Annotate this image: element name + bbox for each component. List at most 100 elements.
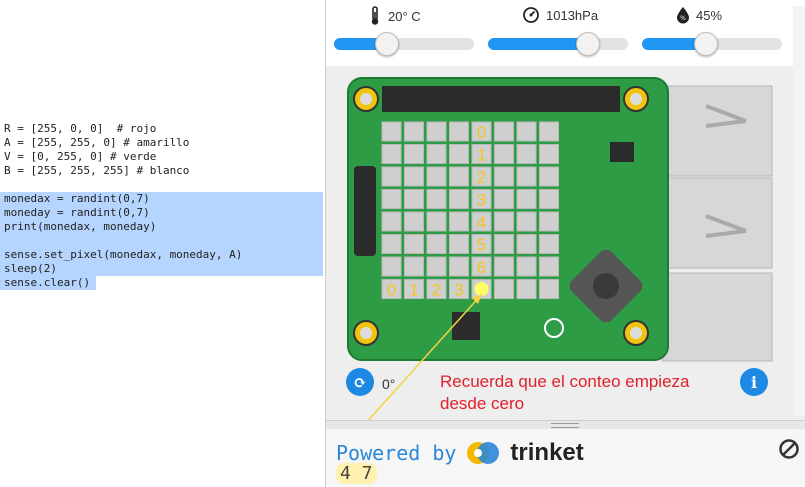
chip [610,142,634,162]
console-output-text: 4 7 [336,463,377,484]
led-pixel [404,256,424,277]
led-pixel [381,189,402,209]
column-index-label: 3 [454,281,463,300]
trinket-logo-icon [467,442,500,464]
humidity-slider[interactable] [642,32,782,56]
led-pixel [539,189,559,209]
led-pixel [539,121,559,142]
sensor-bar: 20° C 1013hPa % 45% [326,0,805,66]
chip [452,312,480,340]
led-pixel [494,121,514,142]
joystick-knob[interactable] [593,273,619,299]
led-pixel [404,121,424,142]
led-pixel [494,279,514,299]
row-index-label: 0 [477,123,486,142]
led-pixel [426,256,447,277]
code-line[interactable]: moneday = randint(0,7) [4,206,242,220]
led-pixel [539,279,559,299]
rotation-label: 0° [382,376,396,392]
row-index-label: 3 [477,191,486,210]
code-line[interactable]: sleep(2) [4,262,242,276]
scrollbar[interactable] [793,6,805,416]
code-line[interactable]: print(monedax, moneday) [4,220,242,234]
humidity-label: 45% [696,7,723,23]
column-index-label: 2 [432,281,441,300]
led-pixel [426,144,447,164]
led-pixel [516,144,537,164]
column-index-label: 1 [409,281,418,300]
led-pixel [426,234,447,254]
led-pixel [381,144,402,164]
led-pixel [404,144,424,164]
led-pixel [539,166,559,187]
led-pixel [449,189,469,209]
led-pixel [516,279,537,299]
led-pixel [516,256,537,277]
code-line[interactable]: R = [255, 0, 0] # rojo [4,122,189,136]
row-index-label: 6 [477,258,486,277]
pressure-readout: 1013hPa [522,6,598,24]
led-pixel [404,166,424,187]
sense-hat-board: 01234560 1 2 3 [347,77,773,420]
led-pixel [449,211,469,232]
led-pixel [539,256,559,277]
led-pixel [449,234,469,254]
led-pixel [381,234,402,254]
code-line[interactable]: monedax = randint(0,7) [4,192,242,206]
led-pixel [426,121,447,142]
gpio-header [382,86,620,112]
slider-thumb[interactable] [576,32,601,56]
annotation-note: Recuerda que el conteo empieza desde cer… [440,371,770,415]
output-console: Powered by trinket 4 7 [326,429,805,487]
trinket-brand: trinket [510,439,584,466]
led-pixel [494,211,514,232]
led-pixel [381,256,402,277]
led-pixel [449,121,469,142]
code-editor[interactable]: R = [255, 0, 0] # rojo A = [255, 255, 0] … [0,0,325,487]
code-line[interactable] [4,234,242,248]
temperature-readout: 20° C [368,6,421,26]
powered-by[interactable]: Powered by trinket [336,439,584,467]
code-line[interactable]: sense.set_pixel(monedax, moneday, A) [4,248,242,262]
side-connector [354,166,376,256]
led-pixel [426,166,447,187]
led-pixel [381,121,402,142]
stop-icon[interactable] [778,438,800,460]
annotation-line-2: desde cero [440,394,525,413]
resize-grip-icon[interactable] [551,423,579,428]
resize-bar[interactable] [326,420,805,429]
led-pixel [494,189,514,209]
row-index-label: 4 [477,213,486,232]
slider-fill [488,38,588,50]
code-line[interactable]: sense.clear() [4,276,242,290]
led-pixel [404,234,424,254]
code-line[interactable]: A = [255, 255, 0] # amarillo [4,136,189,150]
rotate-icon: ⟳ [353,372,367,392]
led-pixel [426,211,447,232]
pressure-slider[interactable] [488,32,628,56]
pressure-label: 1013hPa [546,7,599,23]
led-pixel [426,189,447,209]
led-pixel [539,211,559,232]
rotate-button[interactable]: ⟳ [346,368,374,396]
temperature-slider[interactable] [334,32,474,56]
led-pixel [449,144,469,164]
led-pixel [516,234,537,254]
slider-thumb[interactable] [694,32,718,56]
code-block-main[interactable]: monedax = randint(0,7) moneday = randint(… [4,192,242,290]
led-pixel [516,121,537,142]
code-line[interactable]: V = [0, 255, 0] # verde [4,150,189,164]
code-line[interactable]: B = [255, 255, 255] # blanco [4,164,189,178]
column-index-label: 0 [387,281,396,300]
led-pixel [494,166,514,187]
annotation-line-1: Recuerda que el conteo empieza [440,372,690,391]
led-pixel [494,256,514,277]
code-block-colors[interactable]: R = [255, 0, 0] # rojo A = [255, 255, 0] … [4,122,189,178]
led-pixel [404,189,424,209]
slider-thumb[interactable] [374,32,399,56]
led-pixel [381,166,402,187]
led-pixel [381,211,402,232]
led-pixel [516,166,537,187]
led-pixel [539,234,559,254]
usb-ports [661,85,773,362]
